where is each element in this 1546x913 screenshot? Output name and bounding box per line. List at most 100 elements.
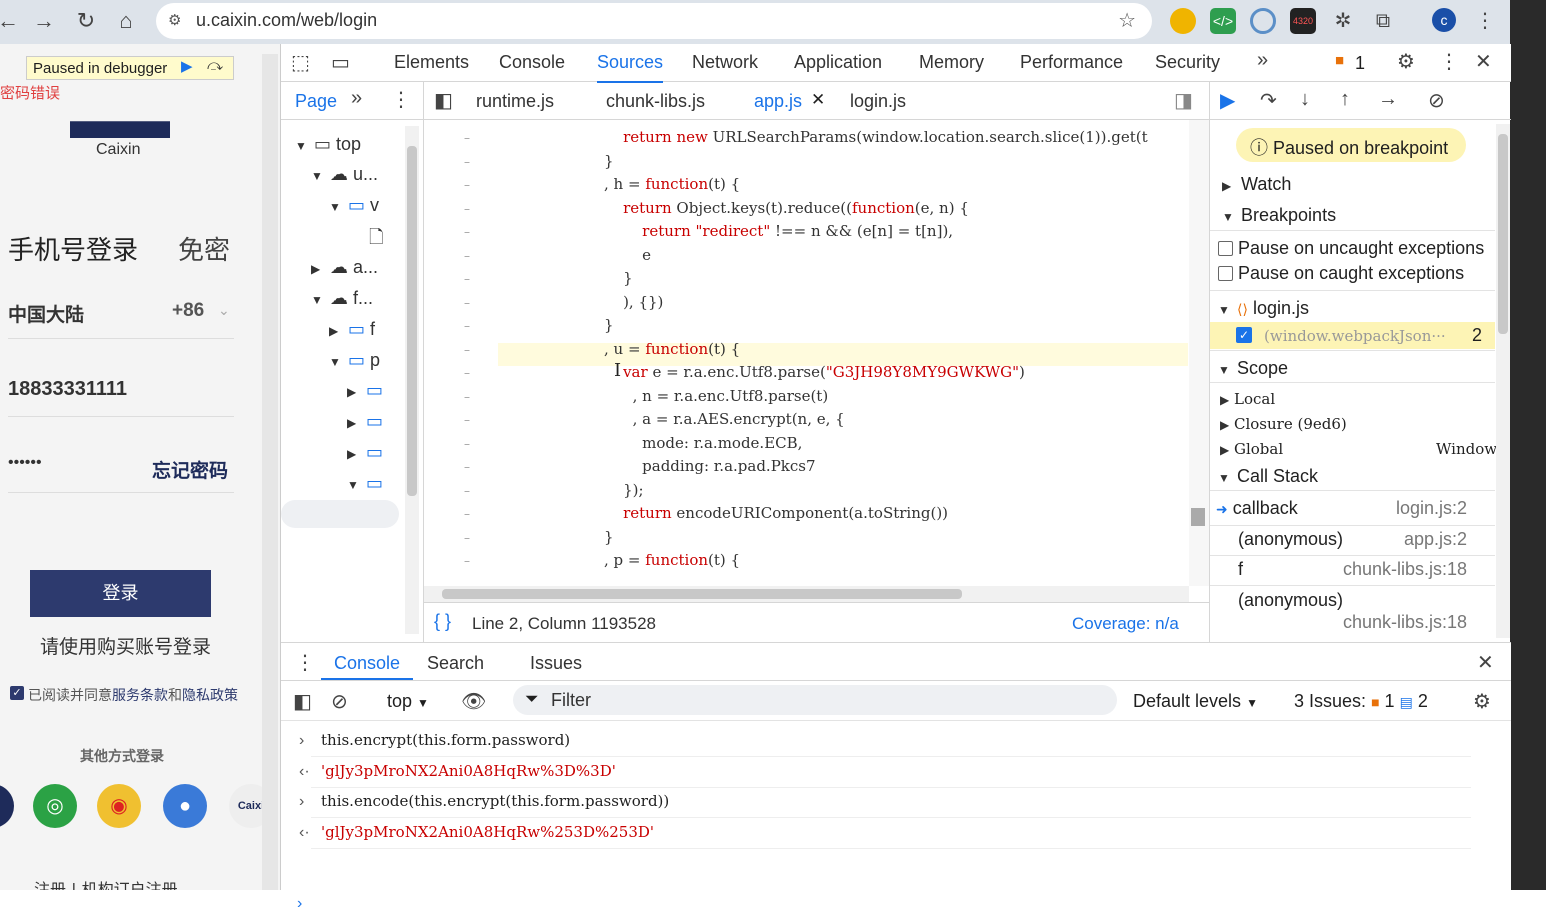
line-number-gutter[interactable]: – (464, 225, 470, 239)
console-input-line[interactable]: this.encode(this.encrypt(this.form.passw… (321, 792, 669, 810)
line-number-gutter[interactable]: – (464, 155, 470, 169)
forward-icon[interactable]: → (28, 6, 60, 38)
code-line[interactable]: padding: r.a.pad.Pkcs7 (604, 457, 815, 475)
terms-link[interactable]: 服务条款 (112, 688, 168, 704)
issues-count[interactable]: 1 (1355, 53, 1365, 74)
extension-4320-icon[interactable]: 4320 (1290, 8, 1316, 34)
call-frame-0[interactable]: ➜ callback login.js:2 (1210, 498, 1495, 519)
issues-warning-icon[interactable]: ■ (1335, 52, 1344, 69)
apple-login-icon[interactable] (0, 784, 14, 828)
line-number-gutter[interactable]: – (464, 507, 470, 521)
toggle-debugger-icon[interactable]: ◨ (1174, 88, 1193, 113)
code-line[interactable]: e (604, 246, 651, 264)
code-line[interactable]: , n = r.a.enc.Utf8.parse(t) (604, 387, 829, 405)
line-number-gutter[interactable]: – (464, 460, 470, 474)
forgot-password-link[interactable]: 忘记密码 (152, 456, 228, 483)
tree-item-subfolder[interactable]: ▶ ▭ (347, 380, 383, 401)
privacy-link[interactable]: 隐私政策 (182, 688, 238, 704)
extensions-puzzle-icon[interactable]: ⧉ (1370, 8, 1396, 34)
settings-gear-icon[interactable]: ⚙ (1397, 49, 1415, 74)
code-line[interactable]: , p = function(t) { (604, 551, 740, 569)
line-number-gutter[interactable]: – (464, 296, 470, 310)
line-number-gutter[interactable]: – (464, 437, 470, 451)
step-over-icon[interactable]: ⤼ (207, 57, 223, 74)
line-number-gutter[interactable]: – (464, 390, 470, 404)
code-line[interactable]: , h = function(t) { (604, 175, 740, 193)
call-frame-1[interactable]: (anonymous) app.js:2 (1210, 529, 1495, 550)
resume-icon[interactable]: ▶ (1220, 88, 1235, 113)
filter-input[interactable]: ⏷ Filter (513, 685, 1117, 715)
code-line[interactable]: return "redirect" !== n && (e[n] = t[n])… (604, 222, 953, 240)
tab-console[interactable]: Console (499, 52, 565, 73)
line-number-gutter[interactable]: – (464, 343, 470, 357)
wechat-login-icon[interactable]: ◎ (33, 784, 77, 828)
call-frame-3[interactable]: (anonymous) chunk-libs.js:18 (1210, 590, 1495, 642)
profile-avatar[interactable]: c (1432, 8, 1456, 32)
tree-item-subfolder[interactable]: ▼ ▭ (347, 473, 383, 494)
extension-bug-icon[interactable]: ✲ (1330, 8, 1356, 34)
tab-sources[interactable]: Sources (597, 52, 664, 83)
editor-h-scrollbar[interactable] (424, 586, 1189, 602)
tree-item-folder-p[interactable]: ▼ ▭ p (329, 350, 380, 371)
navigator-scrollbar[interactable] (405, 126, 419, 634)
pause-caught-row[interactable]: Pause on caught exceptions (1210, 263, 1495, 284)
back-icon[interactable]: ← (0, 6, 24, 38)
line-number-gutter[interactable]: – (464, 319, 470, 333)
code-line[interactable]: mode: r.a.mode.ECB, (604, 434, 802, 452)
scope-global[interactable]: ▶ Global Window (1210, 440, 1497, 458)
tab-network[interactable]: Network (692, 52, 758, 73)
code-line[interactable]: , a = r.a.AES.encrypt(n, e, { (604, 410, 845, 428)
drawer-tab-search[interactable]: Search (427, 653, 484, 674)
step-over-icon[interactable]: ↷ (1260, 88, 1277, 113)
file-tab-login[interactable]: login.js (850, 91, 906, 112)
pretty-print-icon[interactable]: { } (434, 611, 451, 632)
line-number-gutter[interactable]: – (464, 131, 470, 145)
login-button[interactable]: 登录 (30, 570, 211, 617)
address-bar[interactable]: ⚙ u.caixin.com/web/login ☆ (156, 3, 1152, 39)
coverage-link[interactable]: Coverage: n/a (1072, 614, 1179, 634)
phone-input[interactable]: 18833331111 (8, 378, 127, 401)
code-line[interactable]: return Object.keys(t).reduce((function(e… (604, 199, 969, 217)
code-editor[interactable]: – return new URLSearchParams(window.loca… (424, 120, 1209, 588)
issues-counter[interactable]: 3 Issues: ■ 1 ▤ 2 (1294, 691, 1428, 712)
step-icon[interactable]: → (1378, 88, 1398, 111)
console-settings-icon[interactable]: ⚙ (1473, 689, 1491, 714)
file-tab-chunk-libs[interactable]: chunk-libs.js (606, 91, 705, 112)
breakpoint-file-row[interactable]: ▼ ⟨⟩ login.js (1210, 298, 1495, 319)
tree-item-folder-f[interactable]: ▶ ▭ f (329, 319, 375, 340)
agree-checkbox[interactable]: ✓ (10, 686, 24, 700)
code-line[interactable]: } (604, 152, 614, 170)
step-into-icon[interactable]: ↓ (1300, 88, 1310, 111)
tab-page[interactable]: Page (295, 91, 337, 112)
bookmark-star-icon[interactable]: ☆ (1118, 8, 1136, 33)
code-line[interactable]: ), {}) (604, 293, 663, 311)
tab-performance[interactable]: Performance (1020, 52, 1123, 73)
uncaught-checkbox[interactable] (1218, 241, 1233, 256)
site-settings-icon[interactable]: ⚙ (168, 11, 181, 29)
close-devtools-icon[interactable]: ✕ (1475, 49, 1492, 74)
tab-phone-login[interactable]: 手机号登录 (8, 230, 138, 267)
code-line[interactable]: return new URLSearchParams(window.locati… (604, 128, 1148, 146)
scope-closure[interactable]: ▶ Closure (9ed6) (1210, 415, 1495, 433)
browser-menu-icon[interactable]: ⋮ (1472, 8, 1498, 34)
tree-item-origin-f[interactable]: ▼ ☁ f... (311, 288, 373, 309)
line-number-gutter[interactable]: – (464, 531, 470, 545)
tree-item-top[interactable]: ▼ ▭ top (295, 134, 361, 155)
section-scope[interactable]: ▼ Scope (1210, 358, 1495, 379)
tab-application[interactable]: Application (794, 52, 882, 73)
code-line[interactable]: , u = function(t) { (604, 340, 740, 358)
page-scrollbar[interactable] (262, 54, 278, 890)
tab-elements[interactable]: Elements (394, 52, 469, 73)
line-number-gutter[interactable]: – (464, 366, 470, 380)
country-code[interactable]: +86 (172, 300, 204, 322)
tree-item-origin-a[interactable]: ▶ ☁ a... (311, 257, 378, 278)
code-line[interactable]: } (604, 316, 614, 334)
line-number-gutter[interactable]: – (464, 484, 470, 498)
drawer-tab-console[interactable]: Console (334, 653, 400, 674)
navigator-menu-icon[interactable]: ⋮ (391, 87, 411, 112)
tree-item-file[interactable]: 🗋 (369, 225, 383, 255)
extension-shield-icon[interactable] (1170, 8, 1196, 34)
console-result-line[interactable]: 'glJy3pMroNX2Ani0A8HqRw%253D%253D' (321, 823, 654, 841)
line-number-gutter[interactable]: – (464, 272, 470, 286)
reload-icon[interactable]: ↻ (70, 6, 102, 38)
